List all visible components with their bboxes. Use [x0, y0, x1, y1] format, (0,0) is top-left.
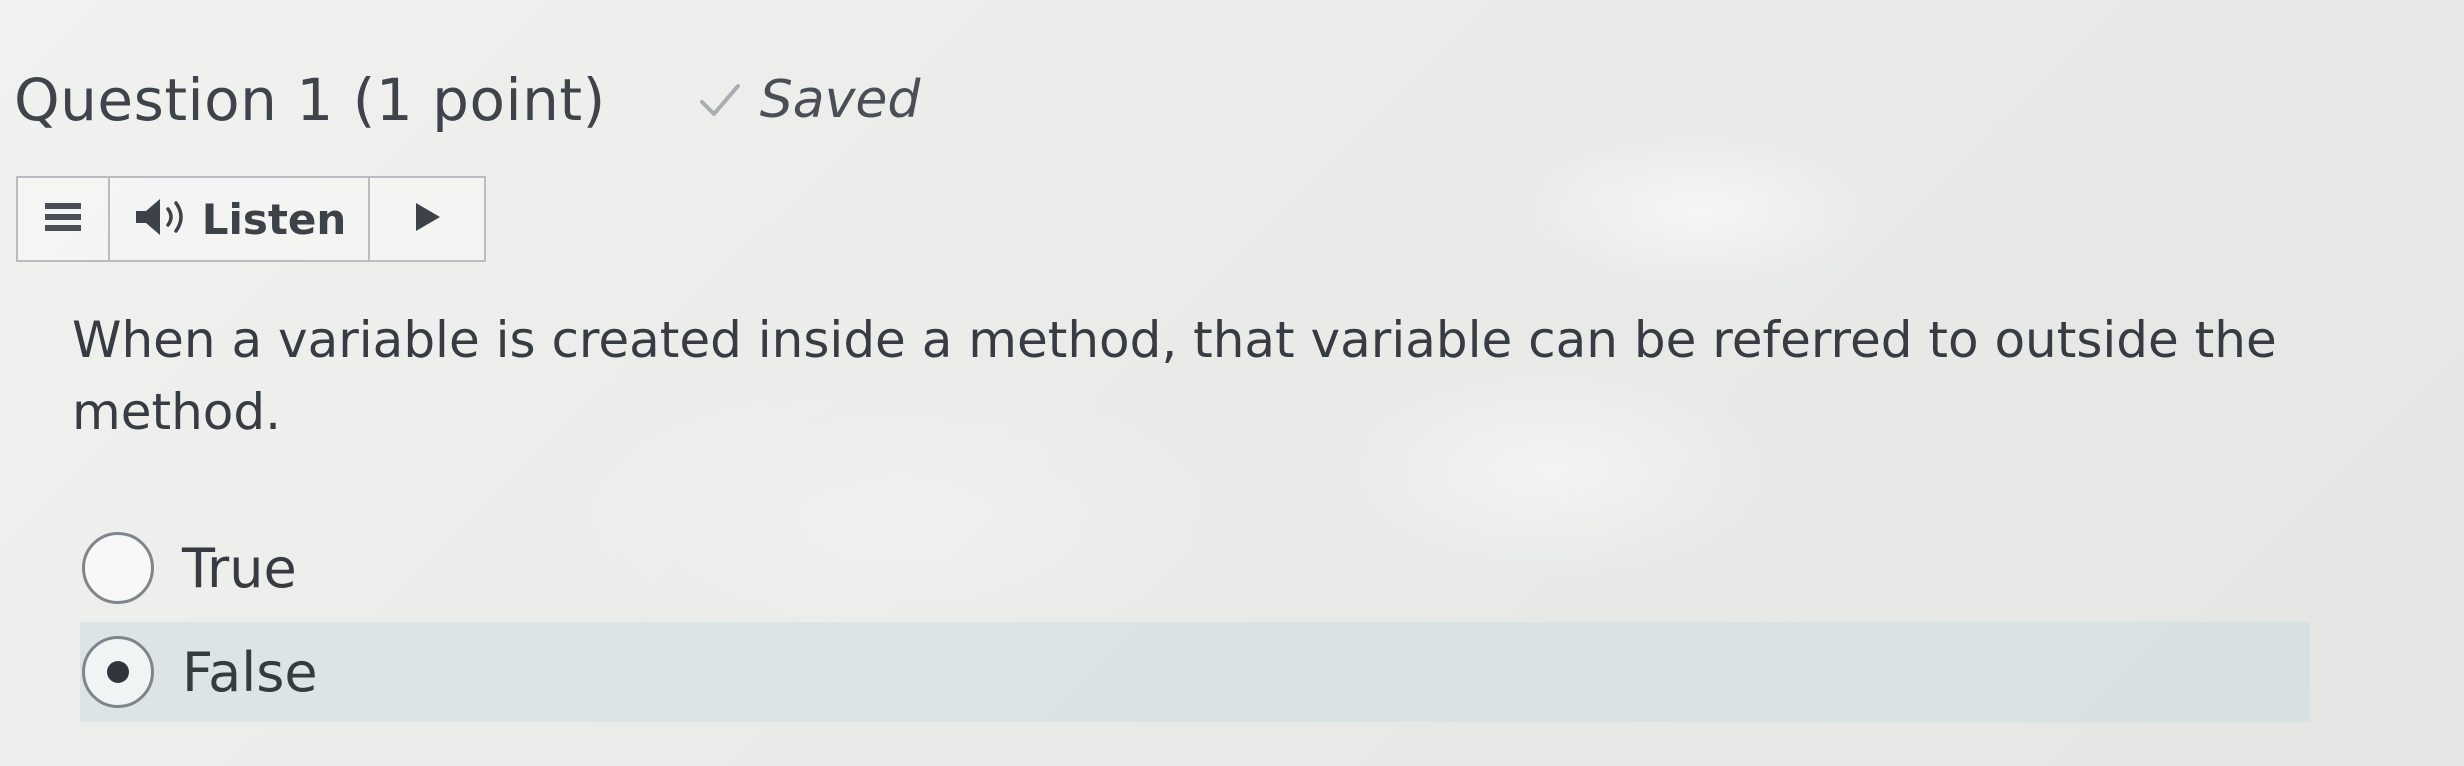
- saved-label: Saved: [759, 70, 921, 130]
- menu-button[interactable]: [18, 178, 110, 260]
- listen-toolbar: Listen: [16, 176, 486, 262]
- answer-option-false[interactable]: False: [80, 622, 2310, 722]
- menu-icon: [43, 199, 83, 239]
- play-button[interactable]: [370, 178, 484, 260]
- listen-label: Listen: [201, 194, 347, 244]
- option-label: True: [182, 536, 297, 600]
- save-status: Saved: [698, 70, 921, 130]
- checkmark-icon: [698, 80, 742, 120]
- question-header: Question 1 (1 point) Saved: [14, 66, 920, 134]
- option-label: False: [182, 640, 318, 704]
- question-prompt: When a variable is created inside a meth…: [72, 311, 2277, 441]
- radio-selected-dot: [107, 661, 129, 683]
- radio-button-true[interactable]: [82, 532, 154, 604]
- listen-button[interactable]: Listen: [110, 178, 370, 260]
- play-icon: [410, 199, 444, 239]
- answer-option-true[interactable]: True: [80, 518, 2310, 618]
- radio-button-false[interactable]: [82, 636, 154, 708]
- speaker-icon: [132, 195, 192, 243]
- question-title: Question 1 (1 point): [14, 66, 606, 134]
